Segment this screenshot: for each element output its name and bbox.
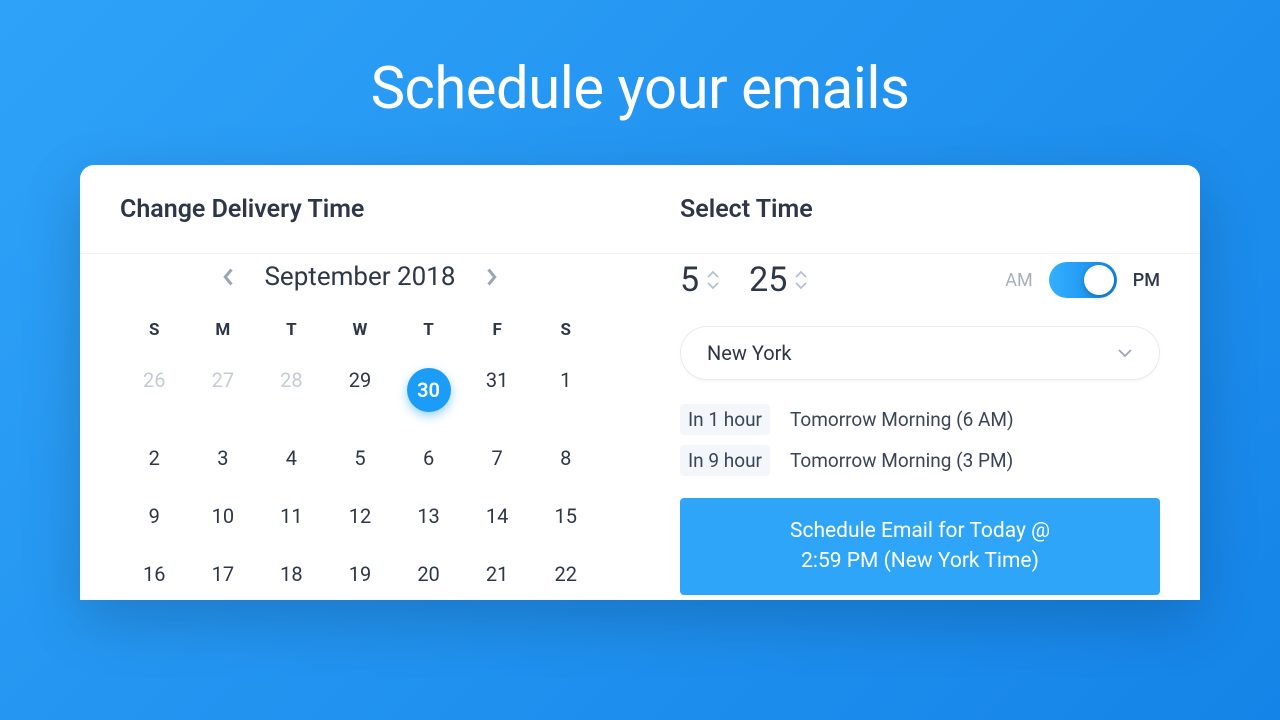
quick-option-absolute[interactable]: Tomorrow Morning (3 PM) [790, 449, 1013, 472]
minute-value: 25 [749, 260, 787, 300]
next-month-button[interactable] [484, 267, 498, 287]
calendar-day[interactable]: 12 [326, 490, 395, 542]
hour-group: 5 [680, 260, 719, 300]
minute-up-button[interactable] [795, 271, 807, 279]
calendar-header: September 2018 [120, 262, 600, 292]
timezone-value: New York [707, 341, 792, 365]
quick-option-row: In 9 hour Tomorrow Morning (3 PM) [680, 445, 1160, 476]
calendar-day[interactable]: 22 [531, 548, 600, 600]
ampm-group: AM PM [1005, 262, 1160, 298]
calendar-day[interactable]: 31 [463, 354, 532, 426]
prev-month-button[interactable] [222, 267, 236, 287]
calendar-day[interactable]: 19 [326, 548, 395, 600]
calendar-day[interactable]: 6 [394, 432, 463, 484]
quick-option-absolute[interactable]: Tomorrow Morning (6 AM) [790, 408, 1014, 431]
calendar-day[interactable]: 29 [326, 354, 395, 426]
calendar-day[interactable]: 28 [257, 354, 326, 426]
panel-title-delivery: Change Delivery Time [120, 195, 600, 224]
minute-group: 25 [749, 260, 807, 300]
hour-down-button[interactable] [707, 281, 719, 289]
calendar-day[interactable]: 2 [120, 432, 189, 484]
schedule-line-2: 2:59 PM (New York Time) [700, 546, 1140, 576]
month-label: September 2018 [264, 262, 455, 292]
day-of-week-label: T [394, 312, 463, 348]
change-delivery-panel: Change Delivery Time September 2018 SMTW… [80, 165, 640, 600]
calendar-day[interactable]: 27 [189, 354, 258, 426]
scheduler-card: Change Delivery Time September 2018 SMTW… [80, 165, 1200, 600]
am-label: AM [1005, 270, 1032, 291]
schedule-email-button[interactable]: Schedule Email for Today @ 2:59 PM (New … [680, 498, 1160, 595]
chevron-up-icon [795, 271, 807, 279]
calendar-day[interactable]: 17 [189, 548, 258, 600]
select-time-panel: Select Time 5 25 AM [640, 165, 1200, 600]
calendar-day[interactable]: 16 [120, 548, 189, 600]
minute-down-button[interactable] [795, 281, 807, 289]
quick-option-relative[interactable]: In 1 hour [680, 404, 770, 435]
timezone-select[interactable]: New York [680, 326, 1160, 380]
calendar-day[interactable]: 13 [394, 490, 463, 542]
day-of-week-label: M [189, 312, 258, 348]
calendar-day[interactable]: 5 [326, 432, 395, 484]
hour-value: 5 [680, 260, 699, 300]
day-of-week-row: SMTWTFS [120, 312, 600, 348]
calendar-day[interactable]: 7 [463, 432, 532, 484]
day-of-week-label: S [531, 312, 600, 348]
calendar-day[interactable]: 20 [394, 548, 463, 600]
calendar-day[interactable]: 10 [189, 490, 258, 542]
quick-option-relative[interactable]: In 9 hour [680, 445, 770, 476]
panel-title-time: Select Time [680, 195, 1160, 224]
day-of-week-label: W [326, 312, 395, 348]
chevron-down-icon [1117, 348, 1133, 358]
chevron-up-icon [707, 271, 719, 279]
calendar-day[interactable]: 18 [257, 548, 326, 600]
calendar-day[interactable]: 15 [531, 490, 600, 542]
time-picker-row: 5 25 AM PM [680, 260, 1160, 300]
pm-label: PM [1133, 270, 1160, 291]
day-of-week-label: T [257, 312, 326, 348]
schedule-line-1: Schedule Email for Today @ [700, 516, 1140, 546]
calendar-day[interactable]: 11 [257, 490, 326, 542]
calendar-day[interactable]: 21 [463, 548, 532, 600]
calendar-day[interactable]: 14 [463, 490, 532, 542]
chevron-right-icon [484, 267, 498, 287]
calendar-day[interactable]: 9 [120, 490, 189, 542]
quick-options-list: In 1 hour Tomorrow Morning (6 AM) In 9 hou… [680, 404, 1160, 476]
chevron-down-icon [795, 281, 807, 289]
toggle-knob [1084, 265, 1114, 295]
calendar-day[interactable]: 1 [531, 354, 600, 426]
ampm-toggle[interactable] [1049, 262, 1117, 298]
chevron-down-icon [707, 281, 719, 289]
minute-spinner [795, 271, 807, 289]
day-of-week-label: F [463, 312, 532, 348]
calendar-grid: 2627282930311234567891011121314151617181… [120, 354, 600, 600]
calendar-day[interactable]: 30 [394, 354, 463, 426]
hero-title: Schedule your emails [0, 0, 1280, 123]
divider [80, 253, 1200, 254]
calendar-day[interactable]: 4 [257, 432, 326, 484]
quick-option-row: In 1 hour Tomorrow Morning (6 AM) [680, 404, 1160, 435]
calendar-day[interactable]: 26 [120, 354, 189, 426]
calendar-day[interactable]: 3 [189, 432, 258, 484]
hour-spinner [707, 271, 719, 289]
hour-up-button[interactable] [707, 271, 719, 279]
day-of-week-label: S [120, 312, 189, 348]
chevron-left-icon [222, 267, 236, 287]
calendar-day[interactable]: 8 [531, 432, 600, 484]
